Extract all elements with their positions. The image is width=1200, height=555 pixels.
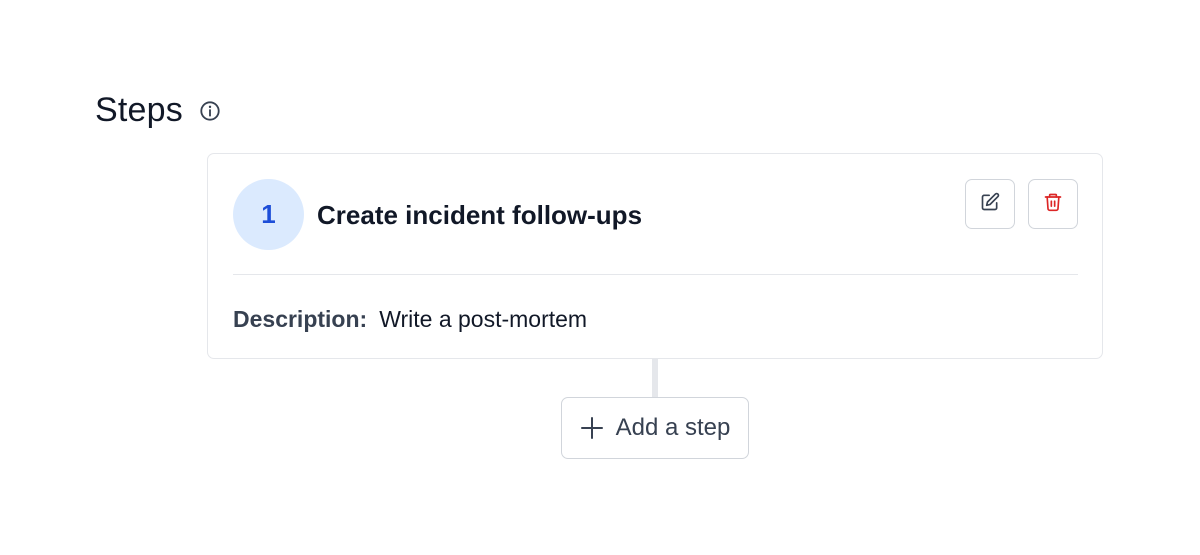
section-title: Steps — [95, 91, 183, 129]
step-description: Description: Write a post-mortem — [233, 303, 587, 335]
step-card: 1 Create incident follow-ups Description… — [207, 153, 1103, 359]
description-label: Description: — [233, 306, 368, 332]
step-number-badge: 1 — [233, 179, 304, 250]
trash-icon — [1043, 192, 1063, 217]
description-value: Write a post-mortem — [379, 306, 588, 332]
info-icon[interactable] — [199, 100, 221, 122]
step-divider — [233, 274, 1078, 275]
edit-icon — [980, 192, 1000, 217]
add-step-button[interactable]: Add a step — [561, 397, 749, 459]
plus-icon — [580, 416, 604, 440]
steps-heading: Steps — [95, 88, 221, 132]
delete-step-button[interactable] — [1028, 179, 1078, 229]
edit-step-button[interactable] — [965, 179, 1015, 229]
add-step-label: Add a step — [615, 414, 731, 441]
step-title: Create incident follow-ups — [317, 200, 643, 230]
step-connector-line — [652, 359, 658, 397]
